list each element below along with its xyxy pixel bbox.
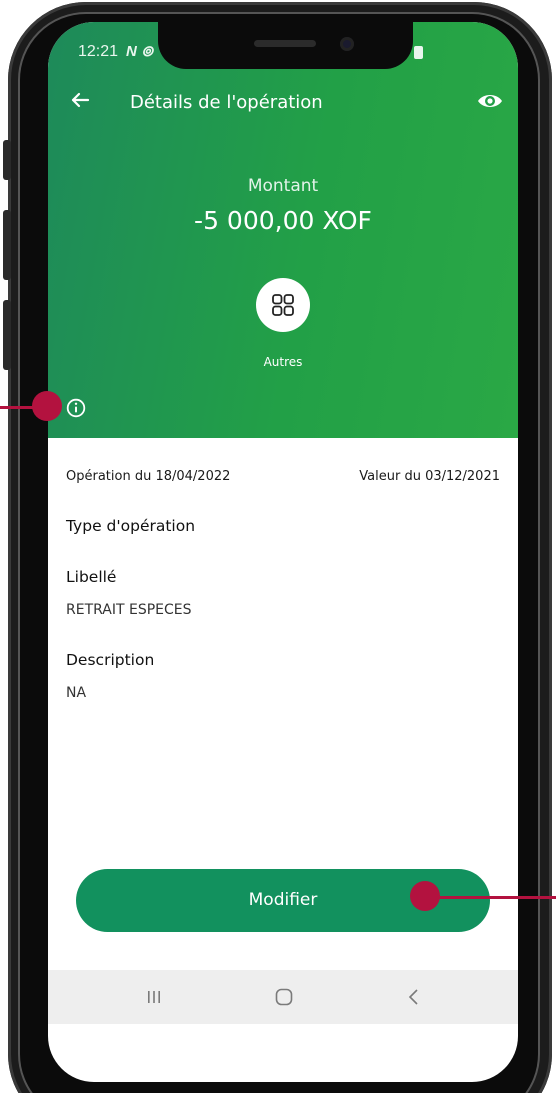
side-button <box>3 140 11 180</box>
amount-value: -5 000,00 XOF <box>194 206 372 235</box>
recent-apps-icon[interactable] <box>124 970 184 1024</box>
eye-icon[interactable] <box>476 92 504 110</box>
speaker-grille <box>254 40 316 47</box>
chevron-left-icon[interactable] <box>384 970 444 1024</box>
value-date: Valeur du 03/12/2021 <box>359 469 500 484</box>
arrow-left-icon[interactable] <box>68 88 92 112</box>
operation-type-label: Type d'opération <box>66 517 196 535</box>
operation-header: 12:21 N ⊚ Détails de l'opération Montant… <box>48 22 518 438</box>
canvas: 12:21 N ⊚ Détails de l'opération Montant… <box>0 0 556 1093</box>
category-label: Autres <box>263 355 303 369</box>
battery-icon <box>414 46 423 59</box>
phone-screen: 12:21 N ⊚ Détails de l'opération Montant… <box>48 22 518 1082</box>
info-callout-dot <box>32 391 62 421</box>
operation-date: Opération du 18/04/2022 <box>66 469 231 484</box>
description-value: NA <box>66 685 87 701</box>
front-camera <box>340 37 354 51</box>
libelle-value: RETRAIT ESPECES <box>66 602 192 618</box>
grid-icon <box>272 294 294 316</box>
volume-down-button <box>3 300 11 370</box>
status-notification-icons: N ⊚ <box>126 43 154 60</box>
camera-notch <box>158 22 413 69</box>
modify-callout-dot <box>410 881 440 911</box>
volume-up-button <box>3 210 11 280</box>
page-title: Détails de l'opération <box>130 92 323 113</box>
home-icon[interactable] <box>254 970 314 1024</box>
system-nav-bar <box>48 970 518 1024</box>
info-icon[interactable] <box>66 398 86 418</box>
libelle-label: Libellé <box>66 568 117 586</box>
description-label: Description <box>66 651 155 669</box>
category-button[interactable] <box>256 278 310 332</box>
modify-callout-line <box>426 896 556 899</box>
status-time: 12:21 <box>78 43 119 60</box>
amount-label: Montant <box>247 176 319 196</box>
